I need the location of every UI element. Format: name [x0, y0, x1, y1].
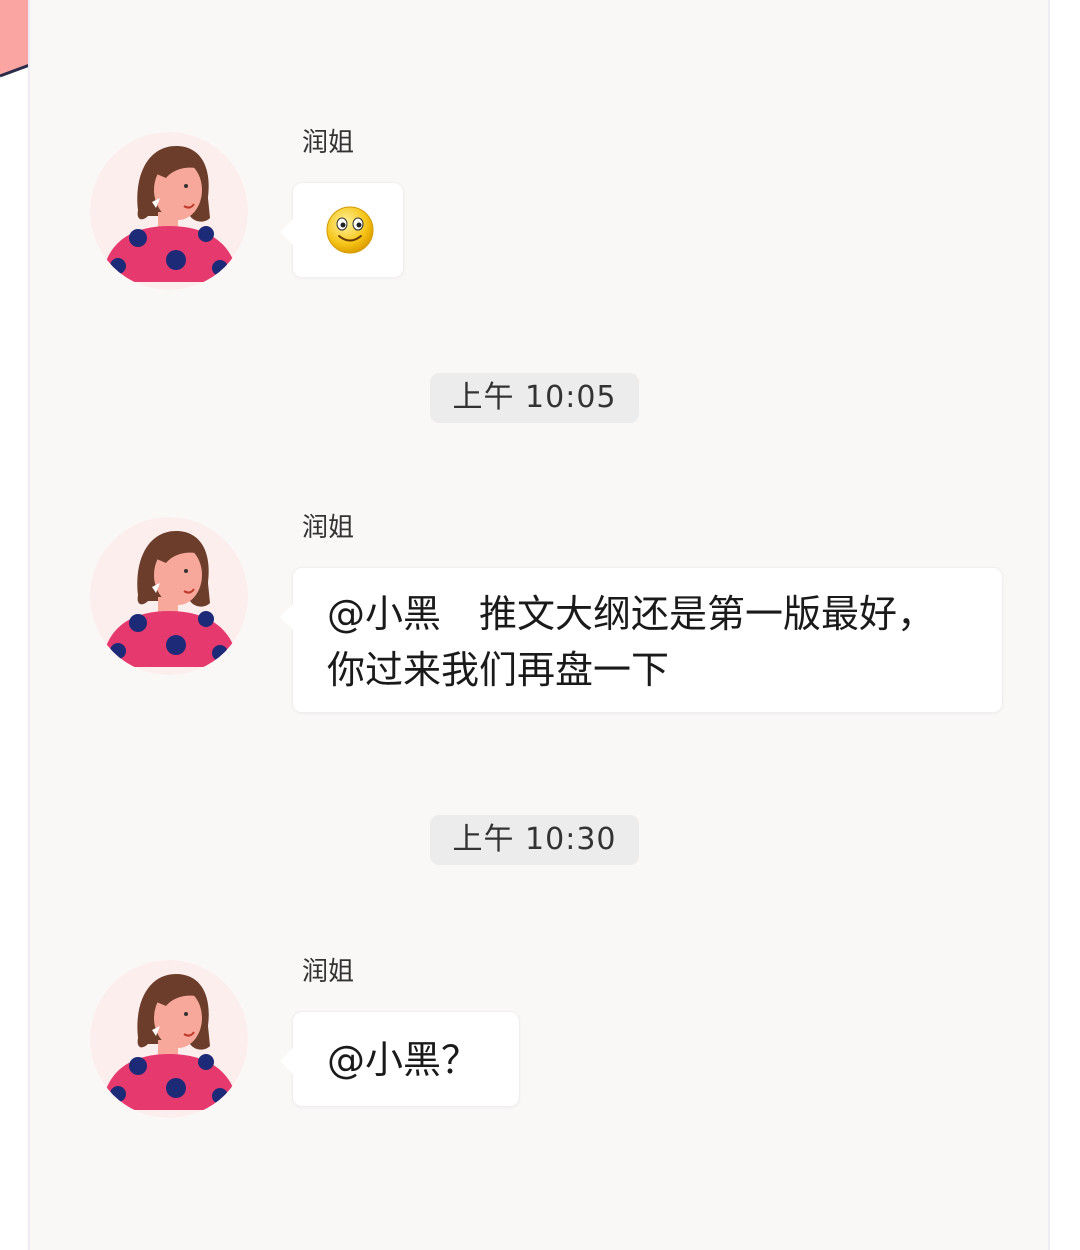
- message-text: @小黑 推文大纲还是第一版最好， 你过来我们再盘一下: [327, 592, 936, 692]
- message-text: @小黑？: [327, 1038, 480, 1082]
- chat-screen: 润姐 上午 10:05 润姐 @小黑 推文大纲还是第一版最好， 你过来我们再盘一…: [0, 0, 1080, 1250]
- message-bubble[interactable]: [280, 182, 404, 278]
- woman-avatar-icon: [90, 960, 248, 1118]
- smiley-emoji-icon: [326, 206, 374, 254]
- sender-avatar[interactable]: [90, 132, 248, 290]
- sender-name: 润姐: [302, 128, 355, 158]
- woman-avatar-icon: [90, 132, 248, 290]
- sender-avatar[interactable]: [90, 960, 248, 1118]
- timestamp-divider: 上午 10:30: [430, 815, 639, 865]
- woman-avatar-icon: [90, 517, 248, 675]
- sender-avatar[interactable]: [90, 517, 248, 675]
- sender-name: 润姐: [302, 513, 355, 543]
- message-bubble[interactable]: @小黑？: [280, 1011, 520, 1107]
- timestamp-divider: 上午 10:05: [430, 373, 639, 423]
- message-bubble[interactable]: @小黑 推文大纲还是第一版最好， 你过来我们再盘一下: [280, 567, 1003, 713]
- sender-name: 润姐: [302, 957, 355, 987]
